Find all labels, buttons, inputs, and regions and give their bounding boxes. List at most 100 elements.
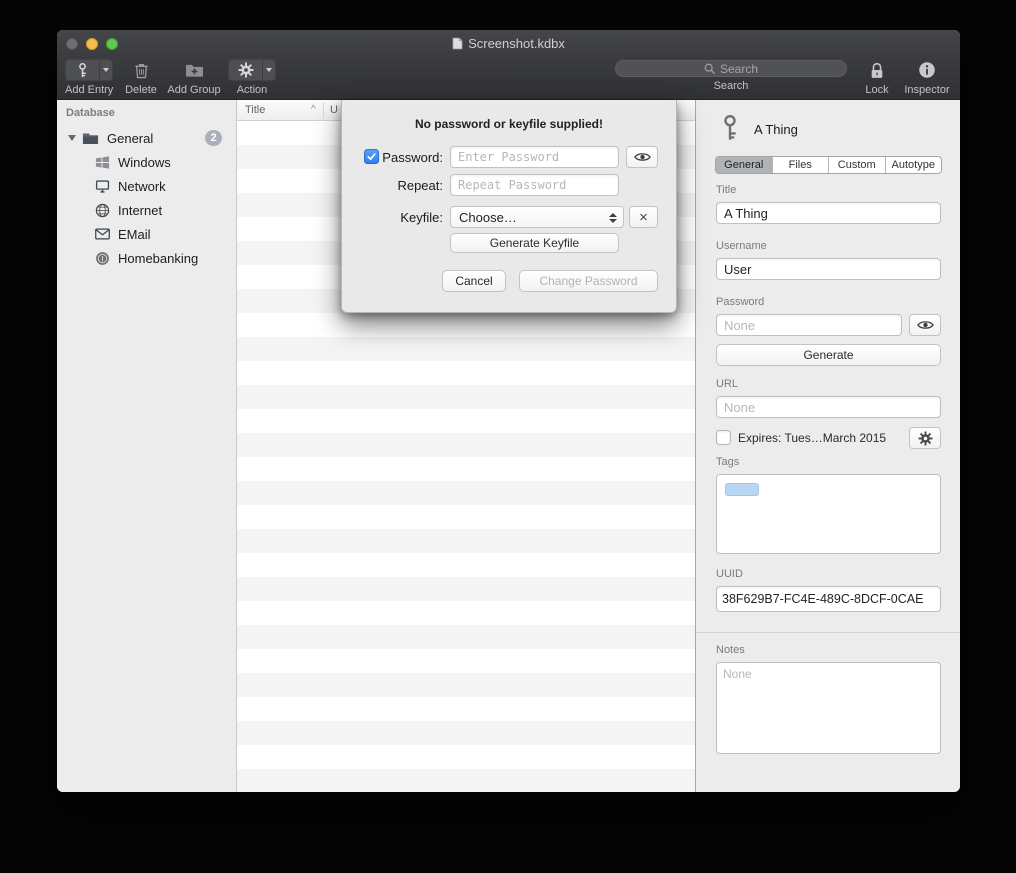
close-button[interactable]	[66, 38, 78, 50]
window-chrome: Screenshot.kdbx	[57, 30, 960, 100]
sidebar-section-header: Database	[66, 107, 115, 119]
app-window: Screenshot.kdbx	[57, 30, 960, 792]
monitor-icon	[95, 179, 110, 194]
desktop: Screenshot.kdbx	[0, 0, 1016, 873]
password-checkbox[interactable]	[364, 149, 379, 164]
gear-icon	[238, 62, 254, 78]
eye-icon	[917, 319, 934, 331]
clear-icon: ×	[639, 210, 648, 225]
delete-label: Delete	[125, 84, 157, 96]
search-icon	[704, 63, 716, 75]
add-group-label: Add Group	[167, 84, 220, 96]
titlebar: Screenshot.kdbx	[57, 30, 960, 57]
search-placeholder: Search	[720, 62, 758, 76]
notes-field-label: Notes	[716, 644, 745, 656]
action-label: Action	[237, 84, 268, 96]
gear-icon	[918, 431, 933, 446]
username-column-header[interactable]: U	[330, 104, 338, 116]
tab-files[interactable]: Files	[773, 157, 830, 173]
eye-icon	[634, 151, 651, 163]
url-input[interactable]	[716, 396, 941, 418]
title-field-label: Title	[716, 184, 736, 196]
sidebar: Database General 2	[57, 100, 237, 792]
tab-custom[interactable]: Custom	[829, 157, 886, 173]
add-entry-label: Add Entry	[65, 84, 113, 96]
windows-icon	[95, 155, 110, 170]
password-input[interactable]	[450, 146, 619, 168]
action-button[interactable]: Action	[228, 59, 276, 96]
coin-icon	[95, 251, 110, 266]
entry-key-icon	[718, 114, 742, 142]
notes-textarea[interactable]	[716, 662, 941, 754]
stepper-icon	[609, 207, 617, 229]
tags-box[interactable]	[716, 474, 941, 554]
sidebar-item-label: Homebanking	[118, 251, 198, 266]
repeat-password-input[interactable]	[450, 174, 619, 196]
sidebar-item-label: General	[107, 131, 153, 146]
chevron-down-icon	[266, 68, 272, 72]
expires-settings-button[interactable]	[909, 427, 941, 449]
password-field-label: Password	[716, 296, 764, 308]
add-folder-icon	[185, 62, 204, 78]
tab-general[interactable]: General	[716, 157, 773, 173]
inspector-button[interactable]: Inspector	[899, 59, 955, 96]
search-label: Search	[714, 80, 749, 92]
sidebar-item-general[interactable]: General 2	[57, 126, 236, 150]
tag-chip[interactable]	[725, 483, 759, 496]
tab-autotype[interactable]: Autotype	[886, 157, 942, 173]
window-title-area: Screenshot.kdbx	[57, 30, 960, 57]
inspector-tabs: General Files Custom Autotype	[715, 156, 942, 174]
expires-checkbox[interactable]	[716, 430, 731, 445]
url-field-label: URL	[716, 378, 738, 390]
keyfile-field-label: Keyfile:	[400, 210, 443, 225]
sort-ascending-icon: ^	[311, 104, 316, 115]
column-divider[interactable]	[323, 102, 324, 118]
sidebar-item-homebanking[interactable]: Homebanking	[57, 246, 236, 270]
minimize-button[interactable]	[86, 38, 98, 50]
sidebar-item-label: EMail	[118, 227, 151, 242]
password-reveal-button[interactable]	[909, 314, 941, 336]
lock-icon	[869, 61, 885, 80]
folder-icon	[82, 131, 99, 145]
checkmark-icon	[366, 151, 377, 162]
cancel-button[interactable]: Cancel	[442, 270, 506, 292]
add-group-button[interactable]: Add Group	[163, 59, 225, 96]
tags-field-label: Tags	[716, 456, 739, 468]
title-column-header[interactable]: Title	[245, 104, 265, 116]
add-entry-dropdown[interactable]	[99, 60, 112, 80]
add-entry-button[interactable]: Add Entry	[65, 59, 113, 96]
info-icon	[918, 61, 936, 79]
trash-icon	[134, 62, 149, 79]
envelope-icon	[95, 228, 110, 240]
uuid-field[interactable]	[716, 586, 941, 612]
expires-label: Expires: Tues…March 2015	[738, 431, 886, 445]
username-input[interactable]	[716, 258, 941, 280]
search-input[interactable]: Search	[615, 60, 847, 77]
key-icon	[74, 62, 91, 79]
username-field-label: Username	[716, 240, 767, 252]
change-password-button[interactable]: Change Password	[519, 270, 658, 292]
sidebar-item-internet[interactable]: Internet	[57, 198, 236, 222]
sidebar-item-windows[interactable]: Windows	[57, 150, 236, 174]
generate-password-button[interactable]: Generate	[716, 344, 941, 366]
sidebar-item-label: Network	[118, 179, 166, 194]
keyfile-select[interactable]: Choose…	[450, 206, 624, 228]
disclosure-triangle-icon[interactable]	[68, 135, 76, 141]
toolbar: Add Entry Delete	[57, 57, 960, 100]
sidebar-item-email[interactable]: EMail	[57, 222, 236, 246]
sidebar-item-network[interactable]: Network	[57, 174, 236, 198]
zoom-button[interactable]	[106, 38, 118, 50]
password-input[interactable]	[716, 314, 902, 336]
lock-button[interactable]: Lock	[862, 59, 892, 96]
title-input[interactable]	[716, 202, 941, 224]
globe-icon	[95, 203, 110, 218]
section-divider	[696, 632, 960, 633]
password-field-label: Password:	[382, 150, 443, 165]
keyfile-clear-button[interactable]: ×	[629, 206, 658, 228]
delete-button[interactable]: Delete	[123, 59, 159, 96]
search-tool: Search Search	[615, 60, 847, 92]
sidebar-item-label: Windows	[118, 155, 171, 170]
generate-keyfile-button[interactable]: Generate Keyfile	[450, 233, 619, 253]
action-dropdown[interactable]	[262, 60, 275, 80]
password-reveal-button[interactable]	[626, 146, 658, 168]
